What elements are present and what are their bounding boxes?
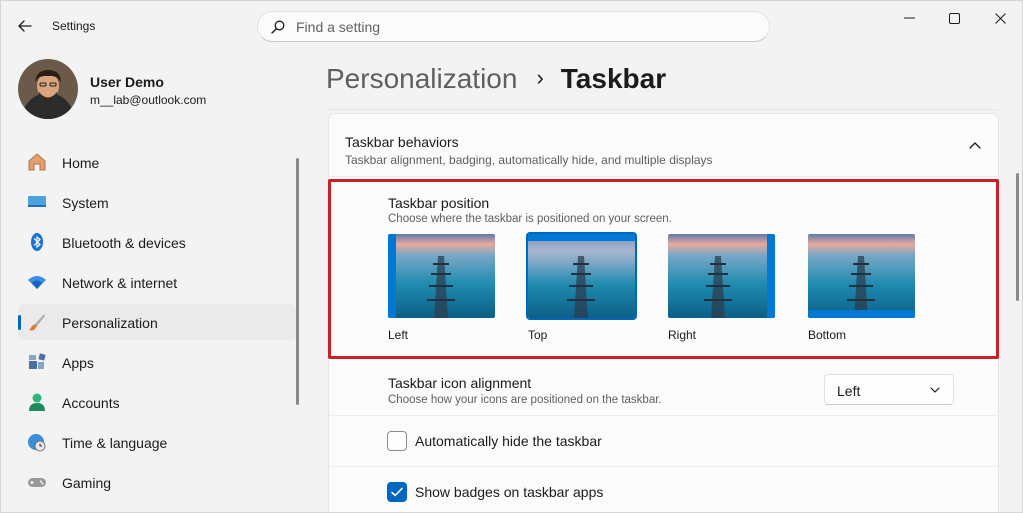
sidebar-item-home[interactable]: Home [18,144,296,180]
checkbox-label: Show badges on taskbar apps [415,484,604,500]
icon-alignment-row: Taskbar icon alignment Choose how your i… [329,362,998,415]
position-option-top[interactable] [526,232,637,320]
auto-hide-row: Automatically hide the taskbar [329,416,998,466]
badges-checkbox[interactable] [387,482,407,502]
position-label-left: Left [388,328,409,342]
wifi-icon [27,272,47,292]
badges-row: Show badges on taskbar apps [329,467,998,512]
sidebar-item-time-language[interactable]: Time & language [18,424,296,460]
content-scrollbar[interactable] [1016,173,1019,301]
minimize-icon [903,17,915,19]
sidebar-item-label: Network & internet [62,275,178,291]
group-title: Taskbar behaviors [345,134,459,150]
globe-clock-icon [27,432,47,452]
setting-title: Taskbar icon alignment [388,375,532,391]
search-box[interactable] [257,11,770,42]
sidebar-item-label: Personalization [62,315,158,331]
position-label-top: Top [528,328,548,342]
gamepad-icon [27,472,47,492]
breadcrumb-parent[interactable]: Personalization [326,63,517,95]
sidebar-item-label: Home [62,155,100,171]
taskbar-position-card: Taskbar position Choose where the taskba… [329,180,1000,360]
apps-icon [27,352,47,372]
user-name: User Demo [90,74,164,90]
close-icon [994,12,1006,24]
sidebar-item-system[interactable]: System [18,184,296,220]
content-divider [328,109,998,110]
sidebar-item-apps[interactable]: Apps [18,344,296,380]
maximize-icon [948,12,960,24]
home-icon [27,152,47,172]
sidebar-item-gaming[interactable]: Gaming [18,464,296,500]
sidebar-scrollbar[interactable] [296,158,299,405]
taskbar-behaviors-header[interactable]: Taskbar behaviors Taskbar alignment, bad… [329,114,998,176]
position-option-right[interactable] [668,234,775,318]
sidebar-item-bluetooth[interactable]: Bluetooth & devices [18,224,296,260]
sidebar-item-accounts[interactable]: Accounts [18,384,296,420]
row-divider [329,176,998,177]
setting-subtitle: Choose where the taskbar is positioned o… [388,213,672,225]
position-option-left[interactable] [388,234,495,318]
wallpaper-preview-top [528,234,635,318]
taskbar-behaviors-panel: Taskbar behaviors Taskbar alignment, bad… [328,113,1000,512]
monitor-icon [27,192,47,212]
setting-subtitle: Choose how your icons are positioned on … [388,394,662,406]
close-button[interactable] [977,1,1022,35]
avatar[interactable] [18,59,78,119]
back-button[interactable] [11,12,39,40]
wallpaper-preview-bottom [808,234,915,318]
user-avatar-image [18,59,78,119]
sidebar-item-network[interactable]: Network & internet [18,264,296,300]
wallpaper-preview-right [668,234,775,318]
chevron-down-icon [930,387,940,393]
sidebar-nav: Home System Bluetooth & devices Network … [18,144,296,504]
checkbox-label: Automatically hide the taskbar [415,433,602,449]
position-label-right: Right [668,328,697,342]
app-title: Settings [52,19,96,33]
dropdown-value: Left [837,383,861,399]
active-indicator [18,315,21,330]
auto-hide-checkbox[interactable] [387,431,407,451]
back-arrow-icon [18,20,32,32]
wallpaper-preview-left [388,234,495,318]
position-option-bottom[interactable] [808,234,915,318]
setting-title: Taskbar position [388,195,490,211]
sidebar-item-personalization[interactable]: Personalization [18,304,296,340]
sidebar-item-label: Accounts [62,395,120,411]
breadcrumb: Personalization › Taskbar [326,59,666,99]
sidebar-item-label: Gaming [62,475,112,491]
sidebar-item-label: Time & language [62,435,168,451]
sidebar-item-label: System [62,195,109,211]
minimize-button[interactable] [886,1,932,35]
person-icon [27,392,47,412]
icon-alignment-dropdown[interactable]: Left [824,374,954,405]
sidebar-item-label: Apps [62,355,94,371]
chevron-up-icon [969,142,981,149]
search-input[interactable] [296,16,756,38]
group-subtitle: Taskbar alignment, badging, automaticall… [345,153,713,167]
sidebar-item-label: Bluetooth & devices [62,235,186,251]
paint-brush-icon [27,312,47,332]
chevron-right-icon: › [536,65,544,90]
title-bar: Settings [1,1,1022,51]
bluetooth-icon [27,232,47,252]
maximize-button[interactable] [931,1,977,35]
page-title: Taskbar [560,63,667,94]
user-email: m__lab@outlook.com [90,93,207,107]
checkmark-icon [391,487,403,497]
settings-window: Settings User Demo m__ [0,0,1023,513]
position-label-bottom: Bottom [808,328,847,342]
search-icon [271,20,285,34]
collapse-button[interactable] [966,138,984,152]
